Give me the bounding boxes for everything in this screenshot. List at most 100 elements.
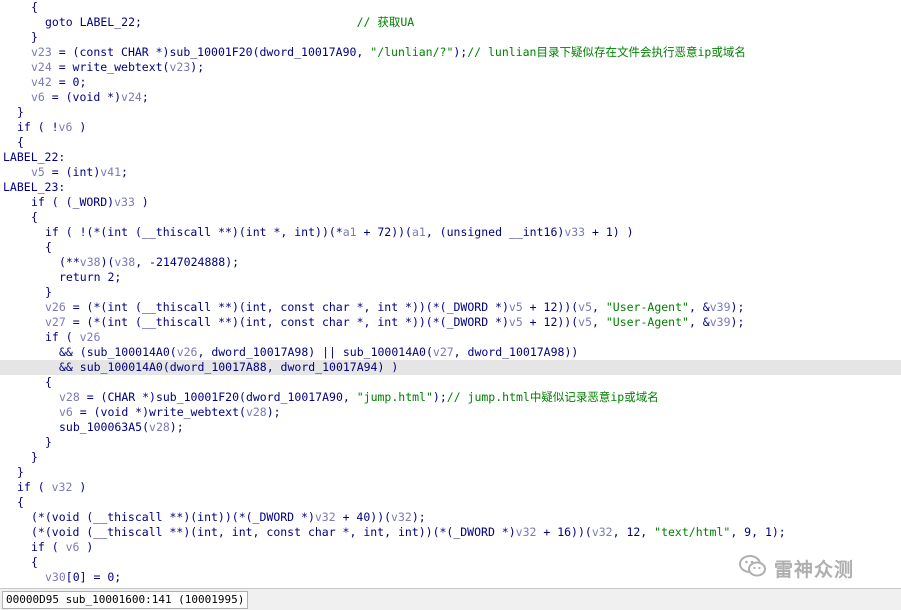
code-token: { [31,210,38,224]
code-token: { [17,135,24,149]
code-token: , & [688,315,710,329]
code-line-text: v23 = (const CHAR *)sub_10001F20(dword_1… [31,45,746,60]
code-token: + 1) ) [585,225,634,239]
code-line-text: } [45,285,52,300]
code-line[interactable]: { [0,210,901,225]
code-line[interactable]: (*(void (__thiscall **)(int, int, const … [0,525,901,540]
code-line[interactable]: return 2; [0,270,901,285]
code-line[interactable]: if ( v32 ) [0,480,901,495]
code-token: v5 [31,165,45,179]
code-line[interactable]: v23 = (const CHAR *)sub_10001F20(dword_1… [0,45,901,60]
code-line[interactable]: && sub_100014A0(dword_10017A88, dword_10… [0,360,901,375]
code-line[interactable]: v42 = 0; [0,75,901,90]
code-token: ) [134,195,149,209]
code-line[interactable]: v24 = write_webtext(v23); [0,60,901,75]
code-line-text: { [31,555,38,570]
code-token: ) [72,480,87,494]
code-token: v5 [578,315,592,329]
code-token: (*(void (__thiscall **)(int, int, const … [31,525,516,539]
code-line[interactable]: (**v38)(v38, -2147024888); [0,255,901,270]
code-line-text: } [17,465,24,480]
code-line-text: v26 = (*(int (__thiscall **)(int, const … [45,300,744,315]
code-line[interactable]: v6 = (void *)write_webtext(v28); [0,405,901,420]
code-line[interactable]: if ( !v6 ) [0,120,901,135]
code-line[interactable]: } [0,465,901,480]
code-token: v28 [59,390,80,404]
code-token: LABEL_23: [3,180,66,194]
code-token: sub_100063A5( [59,420,150,434]
code-line-text: { [31,210,38,225]
code-token: v39 [709,300,731,314]
code-line-text: if ( v26 [45,330,100,345]
pseudocode-view[interactable]: {goto LABEL_22; // 获取UA} v23 = (const CHA… [0,0,901,588]
code-line[interactable]: v5 = (int)v41; [0,165,901,180]
code-token: ); [266,405,281,419]
code-line-text: { [45,240,52,255]
code-token: } [31,30,38,44]
code-token: } [45,285,52,299]
code-token: v33 [114,195,135,209]
code-token: v42 [31,75,52,89]
code-line[interactable]: } [0,30,901,45]
code-line[interactable]: } [0,435,901,450]
code-token: v32 [314,510,336,524]
code-line-text: } [31,30,38,45]
code-line[interactable]: sub_100063A5(v28); [0,420,901,435]
code-line-text: (*(void (__thiscall **)(int, int, const … [31,525,786,540]
code-token: "User-Agent" [605,300,689,314]
code-line-text: if ( v32 ) [17,480,86,495]
code-token: v38 [114,255,136,269]
code-token: { [31,555,38,569]
code-line[interactable]: if ( (_WORD)v33 ) [0,195,901,210]
code-line-text: if ( (_WORD)v33 ) [31,195,149,210]
code-token: && (sub_100014A0( [59,345,177,359]
code-line[interactable]: v28 = (CHAR *)sub_10001F20(dword_10017A9… [0,390,901,405]
code-line[interactable]: && (sub_100014A0(v26, dword_10017A98) ||… [0,345,901,360]
code-line[interactable]: { [0,495,901,510]
code-line[interactable]: if ( v26 [0,330,901,345]
watermark-text: 雷神众测 [774,558,855,581]
code-token: v32 [515,525,537,539]
code-token: ; [121,165,128,179]
code-line-text: if ( !(*(int (__thiscall **)(int *, int)… [45,225,634,240]
code-line[interactable]: goto LABEL_22; // 获取UA [0,15,901,30]
code-line-text: (**v38)(v38, -2147024888); [59,255,239,270]
code-line[interactable]: } [0,105,901,120]
code-line[interactable]: { [0,135,901,150]
code-line-text: (*(void (__thiscall **)(int))(*(_DWORD *… [31,510,426,525]
code-token: [0] = 0; [65,570,122,584]
code-token: v26 [176,345,198,359]
code-line[interactable]: v27 = (*(int (__thiscall **)(int, const … [0,315,901,330]
code-line-text: { [45,375,52,390]
code-token: + 40))( [335,510,392,524]
code-line-text: v42 = 0; [31,75,86,90]
code-line[interactable]: } [0,450,901,465]
code-line-text: { [17,135,24,150]
code-line[interactable]: (*(void (__thiscall **)(int))(*(_DWORD *… [0,510,901,525]
code-line-text: v30[0] = 0; [45,570,121,585]
code-token: ) [72,120,87,134]
code-token: v6 [31,90,45,104]
code-token: // jump.html中疑似记录恶意ip或域名 [446,390,659,404]
code-line[interactable]: LABEL_23: [0,180,901,195]
code-line[interactable]: { [0,375,901,390]
code-line[interactable]: LABEL_22: [0,150,901,165]
code-token: ); [730,300,745,314]
code-line[interactable]: } [0,285,901,300]
code-line[interactable]: { [0,240,901,255]
code-token: if ( [45,330,80,344]
code-line[interactable]: v6 = (void *)v24; [0,90,901,105]
watermark: 雷神众测 [738,552,854,584]
code-token: v5 [508,300,523,314]
code-token: ; [141,90,149,104]
code-line[interactable]: if ( !(*(int (__thiscall **)(int *, int)… [0,225,901,240]
code-line[interactable]: v26 = (*(int (__thiscall **)(int, const … [0,300,901,315]
code-token: = (*(int (__thiscall **)(int, const char… [65,300,509,314]
code-line-text: && sub_100014A0(dword_10017A88, dword_10… [59,360,398,375]
code-token: , dword_10017A98) || sub_100014A0( [197,345,433,359]
code-token: v41 [100,165,122,179]
code-token: ); [432,390,447,404]
code-line[interactable]: { [0,0,901,15]
code-token: = (*(int (__thiscall **)(int, const char… [65,315,509,329]
status-bar: 00000D95 sub_10001600:141 (10001995) [0,588,901,610]
